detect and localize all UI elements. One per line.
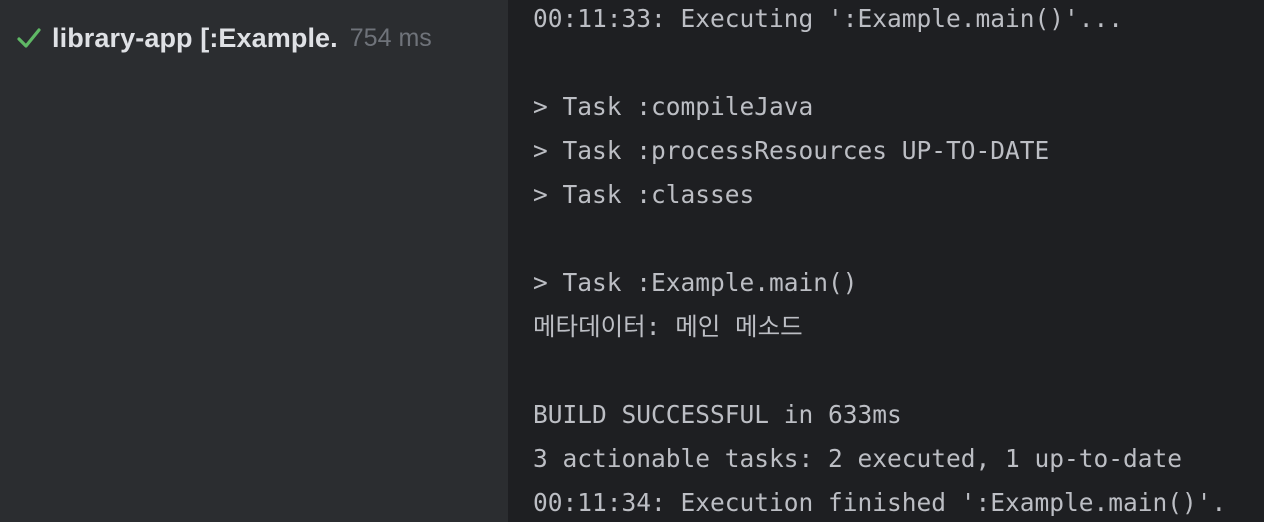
console-output[interactable]: 00:11:33: Executing ':Example.main()'...…: [509, 0, 1264, 522]
console-line: 00:11:33: Executing ':Example.main()'...: [533, 4, 1124, 33]
console-line: > Task :Example.main(): [533, 268, 858, 297]
console-line: 00:11:34: Execution finished ':Example.m…: [533, 488, 1227, 517]
console-line: > Task :classes: [533, 180, 755, 209]
run-tree-panel: library-app [:Example. 754 ms: [0, 0, 508, 522]
run-tree-node[interactable]: library-app [:Example. 754 ms: [16, 20, 432, 56]
console-lines: 00:11:33: Executing ':Example.main()'...…: [533, 0, 1226, 522]
run-duration: 754 ms: [349, 23, 432, 52]
console-line: BUILD SUCCESSFUL in 633ms: [533, 400, 902, 429]
run-tree-node-title: library-app [:Example.: [52, 22, 338, 53]
run-tool-window: library-app [:Example. 754 ms 00:11:33: …: [0, 0, 1264, 522]
console-line: 메타데이터: 메인 메소드: [533, 312, 803, 341]
console-line: > Task :compileJava: [533, 92, 814, 121]
console-line: 3 actionable tasks: 2 executed, 1 up-to-…: [533, 444, 1183, 473]
check-icon: [16, 25, 42, 51]
console-line: > Task :processResources UP-TO-DATE: [533, 136, 1050, 165]
